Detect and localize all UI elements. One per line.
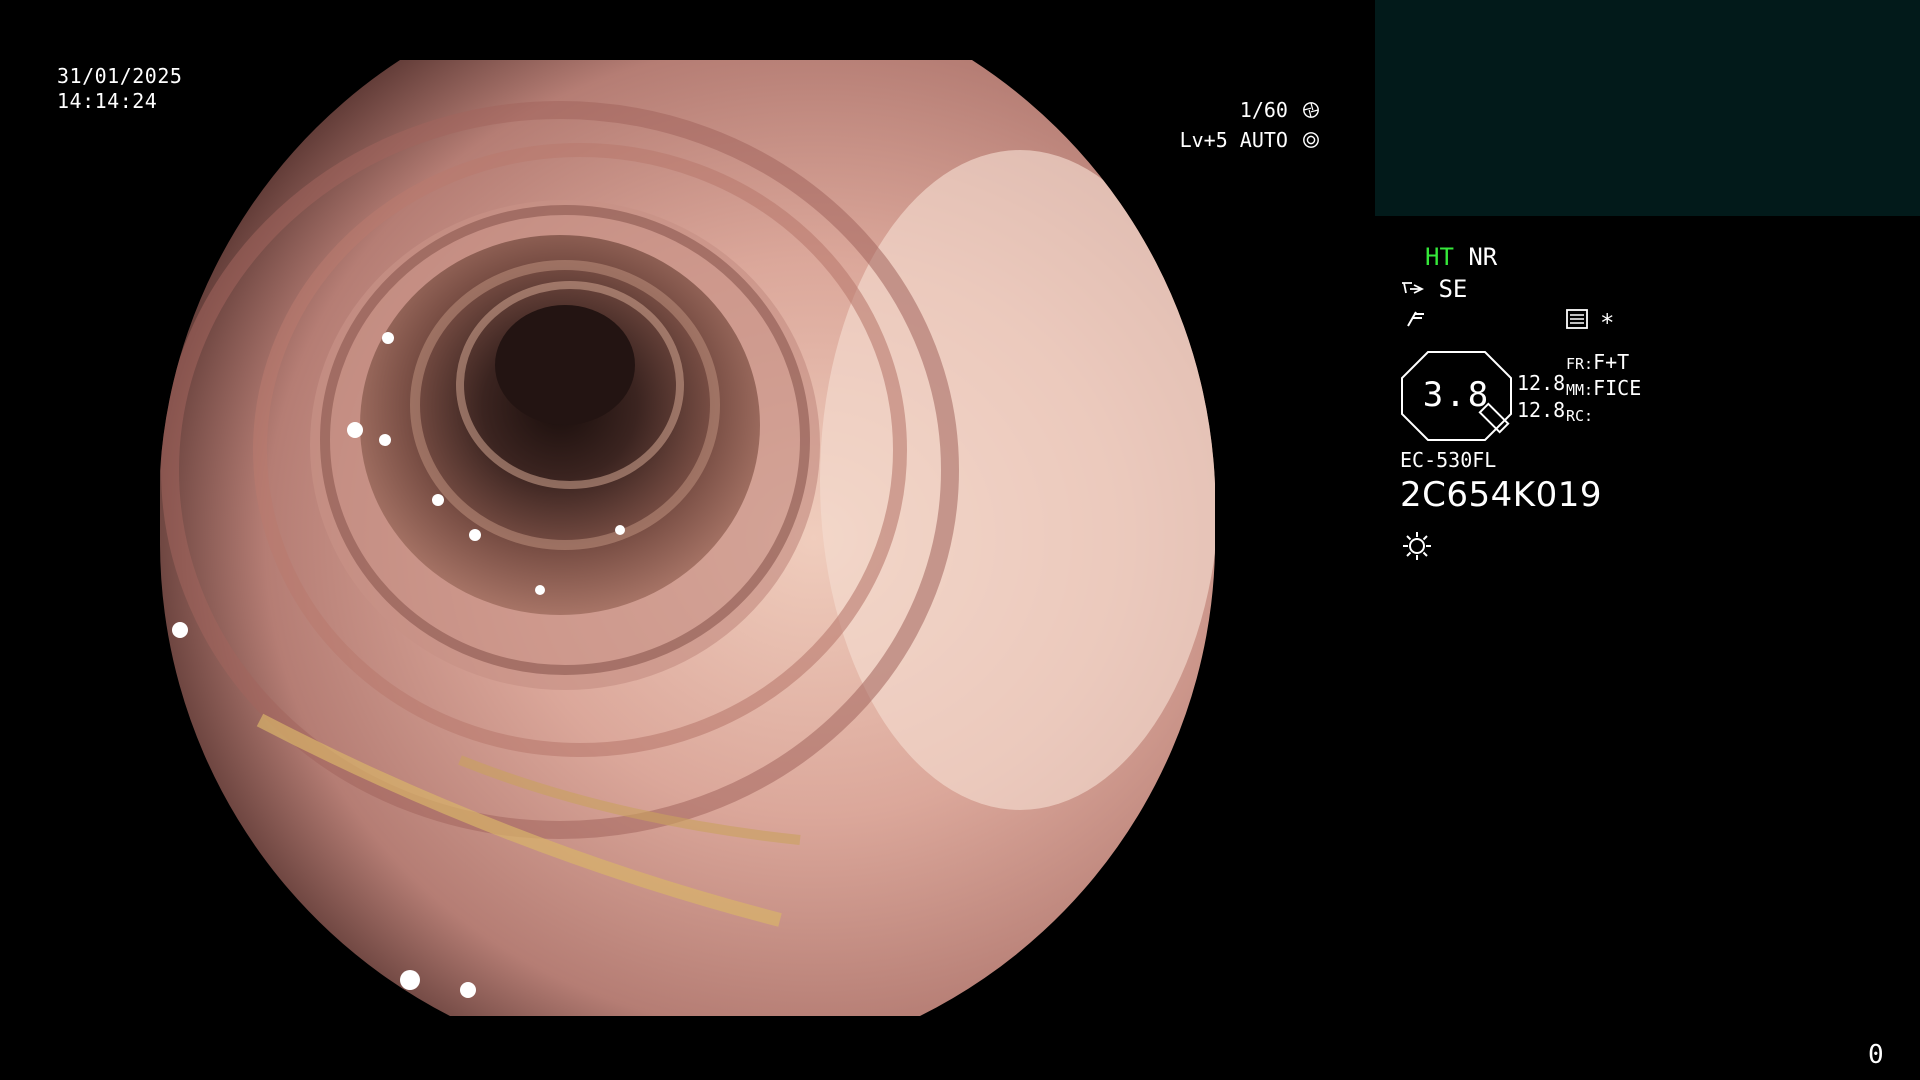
gauge-value: 3.8: [1422, 375, 1491, 415]
fr-row: FR:F+T: [1566, 350, 1641, 376]
light-icon: [1402, 531, 1432, 565]
gauge-line1: 12.8: [1517, 371, 1566, 395]
mm-row: MM:FICE: [1566, 376, 1641, 402]
thumbnail-panel: [1375, 0, 1920, 216]
record-icon: [1566, 309, 1588, 333]
rc-row: RC:: [1566, 402, 1641, 428]
scope-tip-icon: [1402, 282, 1425, 294]
image-counter: 0: [1868, 1040, 1884, 1070]
endoscopic-image: [160, 60, 1215, 1016]
scope-serial: 2C654K019: [1400, 475, 1602, 515]
enhancement-settings: HT NR: [1425, 242, 1497, 272]
mm-value: FICE: [1593, 376, 1642, 400]
gauge-readouts: 12.8 12.8: [1517, 370, 1565, 424]
rc-label: RC:: [1566, 407, 1594, 425]
level-text: Lv+5 AUTO: [1179, 128, 1288, 152]
shutter-readout: 1/60: [1160, 96, 1320, 124]
freeze-icon: [1404, 308, 1426, 334]
asterisk-indicator: *: [1600, 309, 1615, 337]
scope-model: EC-530FL: [1400, 448, 1497, 472]
fr-label: FR:: [1566, 355, 1594, 373]
se-indicator: SE: [1438, 275, 1468, 303]
shutter-text: 1/60: [1239, 98, 1288, 122]
mm-label: MM:: [1566, 381, 1594, 399]
mode-list: FR:F+T MM:FICE RC:: [1566, 350, 1641, 428]
gauge-line2: 12.8: [1517, 398, 1566, 422]
ht-indicator: HT: [1425, 243, 1454, 271]
nr-indicator: NR: [1468, 243, 1498, 271]
level-readout: Lv+5 AUTO: [1160, 126, 1320, 154]
fr-value: F+T: [1593, 350, 1630, 374]
aperture-icon: [1303, 102, 1319, 118]
se-row: SE: [1400, 274, 1467, 304]
lumen-illustration: [160, 60, 1215, 1016]
auto-iris-icon: [1303, 132, 1319, 148]
